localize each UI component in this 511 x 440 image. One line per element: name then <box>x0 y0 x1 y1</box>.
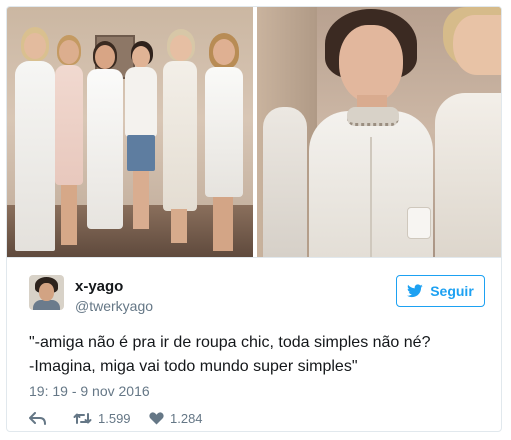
bird-icon <box>407 284 423 298</box>
person-2 <box>51 35 87 255</box>
person-right-face <box>453 15 501 75</box>
person-4 <box>123 41 159 231</box>
reply-button[interactable] <box>29 411 73 425</box>
display-name[interactable]: x-yago <box>75 278 123 295</box>
tweet-card: x-yago @twerkyago Seguir "-amiga não é p… <box>6 6 502 432</box>
reply-icon <box>29 411 46 425</box>
person-6 <box>201 33 247 253</box>
avatar[interactable] <box>29 275 64 310</box>
tweet-actions: 1.599 1.284 <box>29 408 203 428</box>
person-5 <box>159 29 201 245</box>
dress-seam <box>370 137 372 257</box>
tweet-media[interactable] <box>7 7 501 257</box>
tweet-text: "-amiga não é pra ir de roupa chic, toda… <box>29 331 489 379</box>
person-center-face <box>339 25 403 103</box>
closeup-photo[interactable] <box>257 7 501 257</box>
retweet-icon <box>73 412 92 424</box>
timestamp[interactable]: 19: 19 - 9 nov 2016 <box>29 383 150 399</box>
follow-button[interactable]: Seguir <box>396 275 485 307</box>
person-right-dress <box>435 93 501 257</box>
person-center-collar <box>347 107 399 126</box>
like-count: 1.284 <box>170 410 203 426</box>
tweet-body: x-yago @twerkyago Seguir "-amiga não é p… <box>7 257 501 431</box>
handbag <box>407 207 431 239</box>
person-left-partial <box>263 107 307 257</box>
user-handle[interactable]: @twerkyago <box>75 298 153 314</box>
tweet-text-line: -Imagina, miga vai todo mundo super simp… <box>29 358 358 375</box>
heart-icon <box>149 411 164 424</box>
tweet-text-line: "-amiga não é pra ir de roupa chic, toda… <box>29 334 431 351</box>
like-button[interactable]: 1.284 <box>149 411 203 426</box>
retweet-button[interactable]: 1.599 <box>73 411 149 426</box>
follow-label: Seguir <box>430 283 474 299</box>
retweet-count: 1.599 <box>98 410 131 426</box>
person-3 <box>83 41 127 251</box>
group-photo[interactable] <box>7 7 253 257</box>
